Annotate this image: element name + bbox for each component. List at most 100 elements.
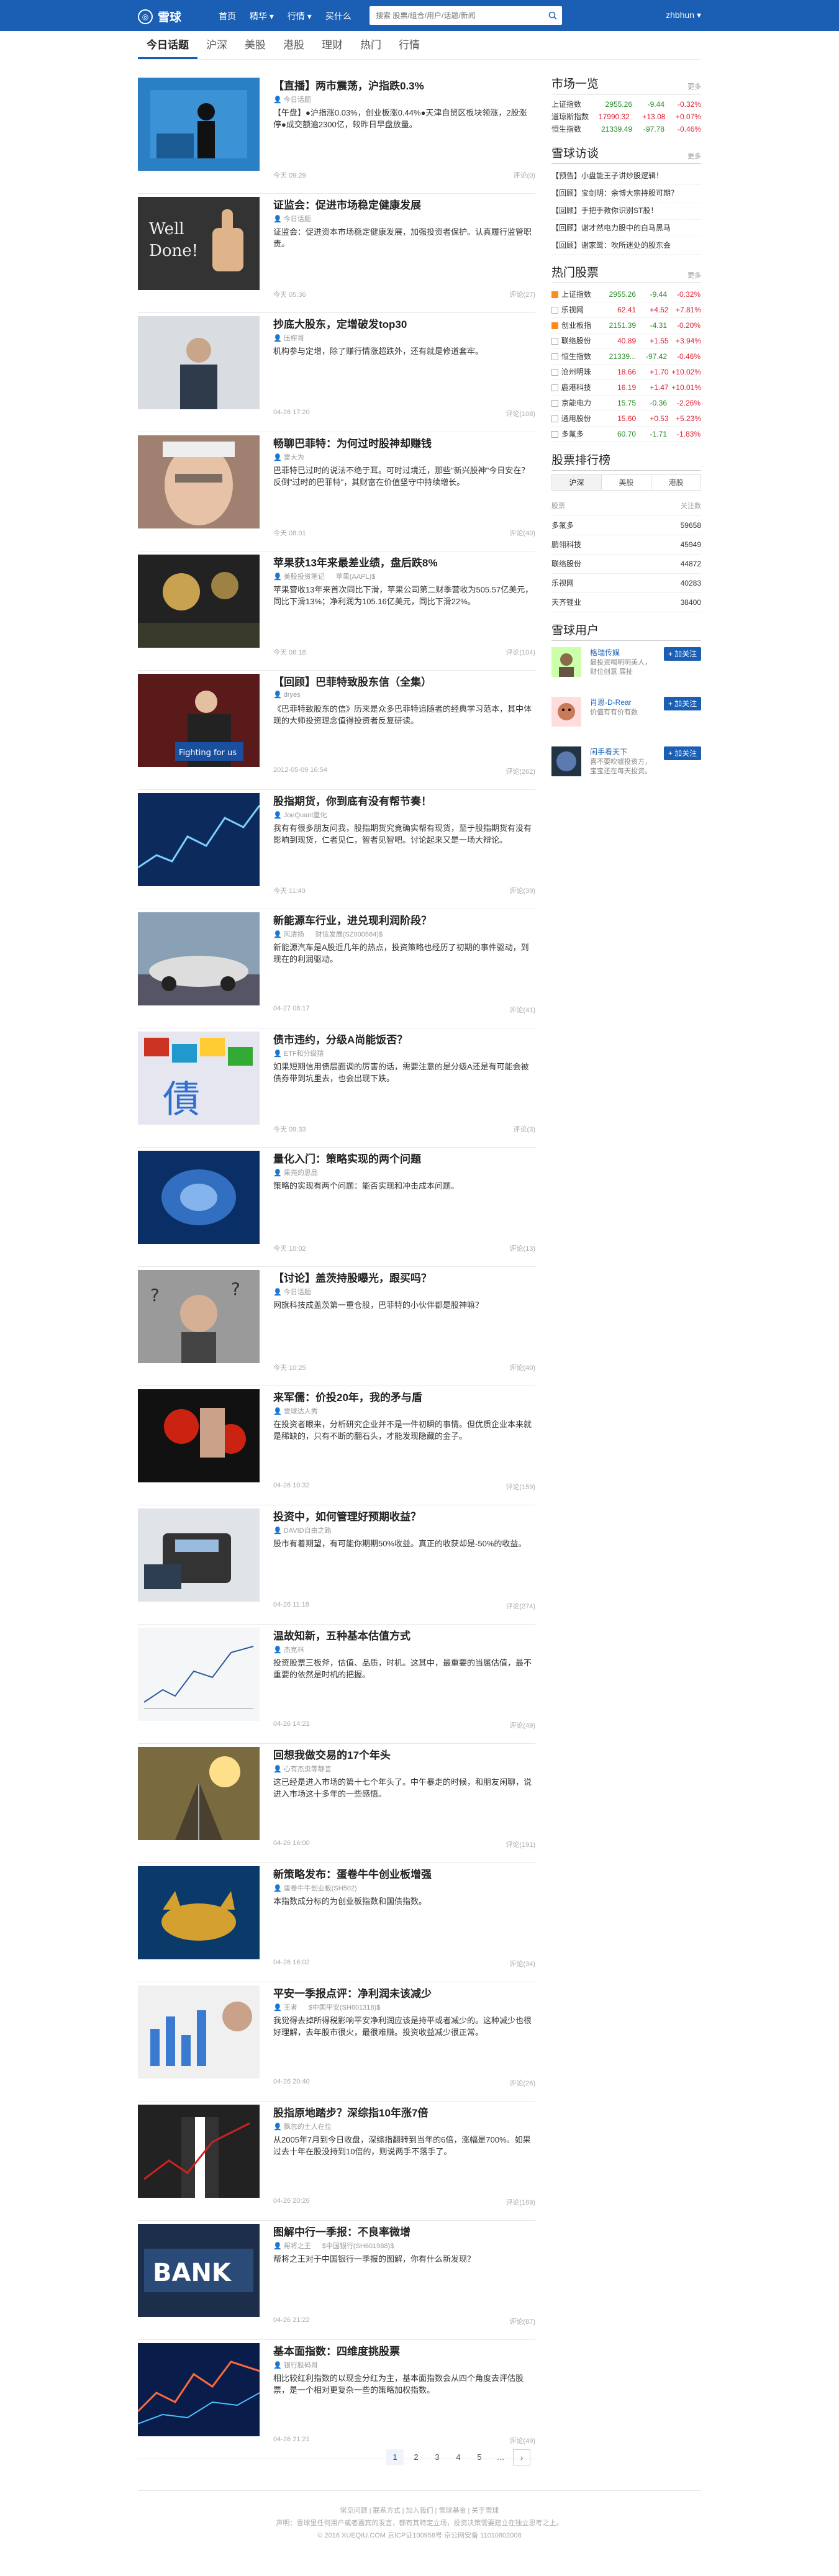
tab-finance[interactable]: 理财 [313,31,351,59]
follow-button[interactable]: + 加关注 [664,647,701,661]
ranking-row[interactable]: 鹏翎科技 45949 [551,535,701,555]
topic-author[interactable]: 👤 今日话题 [273,1287,311,1297]
topic-comments-link[interactable]: 评论(27) [509,289,535,299]
topic-author[interactable]: 👤 帮将之王 $中国银行(SH601988)$ [273,2241,394,2251]
topic-title[interactable]: 投资中，如何管理好预期收益？ [273,1508,534,1523]
logo[interactable]: ◎ 雪球 [138,8,181,25]
topic-thumbnail[interactable] [138,435,260,528]
watch-checkbox[interactable] [551,399,558,407]
user-name[interactable]: 肖恩-D-Rear [590,697,632,707]
market-row[interactable]: 恒生指数 21339.49 -97.78 -0.46% [551,123,701,135]
topic-thumbnail[interactable] [138,555,260,648]
nav-featured[interactable]: 精华 ▾ [250,10,274,22]
topic-comments-link[interactable]: 评论(41) [509,1005,535,1015]
topic-thumbnail[interactable] [138,78,260,171]
topic-title[interactable]: 图解中行一季报：不良率微增 [273,2223,534,2239]
nav-home[interactable]: 首页 [219,10,236,22]
topic-comments-link[interactable]: 评论(159) [506,1482,535,1492]
topic-author[interactable]: 👤 雷大为 [273,452,304,462]
topic-author[interactable]: 👤 果壳的思品 [273,1168,318,1177]
rank-tab-us[interactable]: 美股 [602,475,651,490]
hot-stock-row[interactable]: 多氟多 60.70 -1.71 -1.83% [551,427,701,442]
tab-hot[interactable]: 热门 [351,31,390,59]
topic-author[interactable]: 👤 JoeQuant量化 [273,810,327,820]
topic-author[interactable]: 👤 ETF和分级猿 [273,1048,324,1058]
hot-stock-row[interactable]: 京能电力 15.75 -0.36 -2.26% [551,396,701,411]
topic-thumbnail[interactable]: ?? [138,1270,260,1363]
topic-title[interactable]: 畅聊巴菲特：为何过时股神却赚钱 [273,435,534,450]
page-4[interactable]: 4 [450,2449,467,2465]
topic-title[interactable]: 量化入门：策略实现的两个问题 [273,1150,534,1166]
watch-checkbox[interactable] [551,337,558,345]
topic-thumbnail[interactable] [138,793,260,886]
avatar[interactable] [551,697,581,727]
topic-title[interactable]: 【讨论】盖茨持股曝光，跟买吗？ [273,1269,534,1285]
search-input[interactable] [370,7,543,24]
hot-stock-row[interactable]: 通用股份 15.60 +0.53 +5.23% [551,411,701,427]
topic-comments-link[interactable]: 评论(3) [514,1124,535,1134]
related-stock-link[interactable]: 财信发展(SZ000564)$ [315,931,383,938]
watch-checkbox[interactable] [551,384,558,391]
user-menu[interactable]: zhbhun ▾ [666,10,701,20]
interview-link[interactable]: 【回顾】谢家鹭：吹所迷处的股东会 [551,237,701,255]
footer-links[interactable]: 常见问题 | 联系方式 | 加入我们 | 雪球基金 | 关于雪球 [138,2505,701,2517]
hot-stock-row[interactable]: 沧州明珠 18.66 +1.70 +10.02% [551,365,701,380]
interview-link[interactable]: 【回顾】手把手教你识别ST股！ [551,202,701,220]
market-row[interactable]: 上证指数 2955.26 -9.44 -0.32% [551,98,701,111]
tab-hushen[interactable]: 沪深 [197,31,236,59]
follow-button[interactable]: + 加关注 [664,697,701,710]
topic-author[interactable]: 👤 蛋卷牛牛创业板(SH502) [273,1883,357,1893]
topic-thumbnail[interactable] [138,1508,260,1602]
hot-stock-row[interactable]: 恒生指数 21339... -97.42 -0.46% [551,349,701,365]
page-1[interactable]: 1 [386,2449,404,2465]
topic-thumbnail[interactable]: Fighting for us [138,674,260,767]
topic-author[interactable]: 👤 DAVID自由之路 [273,1525,332,1535]
topic-thumbnail[interactable] [138,1747,260,1840]
topic-author[interactable]: 👤 王者 $中国平安(SH601318)$ [273,2002,380,2012]
market-more-link[interactable]: 更多 [687,81,701,91]
topic-comments-link[interactable]: 评论(26) [509,2078,535,2088]
topic-thumbnail[interactable] [138,2105,260,2198]
topic-title[interactable]: 来军儒：价投20年，我的矛与盾 [273,1389,534,1404]
topic-thumbnail[interactable] [138,1151,260,1244]
hot-stock-row[interactable]: 上证指数 2955.26 -9.44 -0.32% [551,287,701,302]
topic-comments-link[interactable]: 评论(34) [509,1959,535,1969]
topic-author[interactable]: 👤 雪球达人秀 [273,1406,318,1416]
rank-tab-hk[interactable]: 港股 [651,475,701,490]
topic-author[interactable]: 👤 杰克林 [273,1644,304,1654]
ranking-row[interactable]: 多氟多 59658 [551,516,701,535]
topic-comments-link[interactable]: 评论(274) [506,1601,535,1611]
topic-thumbnail[interactable] [138,1866,260,1959]
topic-thumbnail[interactable] [138,2343,260,2436]
interviews-more-link[interactable]: 更多 [687,151,701,161]
next-page-button[interactable]: › [513,2449,530,2465]
watch-checkbox[interactable] [551,415,558,422]
topic-comments-link[interactable]: 评论(39) [509,886,535,896]
watch-checkbox[interactable] [551,368,558,376]
topic-thumbnail[interactable]: Well Done! [138,197,260,290]
user-name[interactable]: 格瑞传媒 [590,647,620,658]
topic-thumbnail[interactable]: BANK [138,2224,260,2317]
watch-checkbox[interactable] [551,322,558,329]
topic-thumbnail[interactable] [138,1389,260,1482]
hot-stock-row[interactable]: 鹿港科技 16.19 +1.47 +10.01% [551,380,701,396]
watch-checkbox[interactable] [551,291,558,298]
tab-us-stocks[interactable]: 美股 [236,31,274,59]
topic-title[interactable]: 证监会：促进市场稳定健康发展 [273,196,534,212]
topic-comments-link[interactable]: 评论(169) [506,2197,535,2207]
topic-comments-link[interactable]: 评论(191) [506,1839,535,1849]
topic-comments-link[interactable]: 评论(0) [514,170,535,180]
ranking-row[interactable]: 联络股份 44872 [551,555,701,574]
topic-comments-link[interactable]: 评论(87) [509,2316,535,2326]
related-stock-link[interactable]: 苹果(AAPL)$ [336,573,376,581]
market-row[interactable]: 道琼斯指数 17990.32 +13.08 +0.07% [551,111,701,123]
watch-checkbox[interactable] [551,430,558,438]
page-3[interactable]: 3 [429,2449,446,2465]
topic-thumbnail[interactable] [138,912,260,1005]
topic-author[interactable]: 👤 风清扬 财信发展(SZ000564)$ [273,929,383,939]
nav-buy[interactable]: 买什么 [325,10,351,22]
related-stock-link[interactable]: $中国平安(SH601318)$ [309,2004,381,2011]
topic-comments-link[interactable]: 评论(49) [509,2436,535,2446]
hot-stock-row[interactable]: 创业板指 2151.39 -4.31 -0.20% [551,318,701,333]
topic-title[interactable]: 苹果获13年来最差业绩，盘后跌8% [273,554,534,569]
